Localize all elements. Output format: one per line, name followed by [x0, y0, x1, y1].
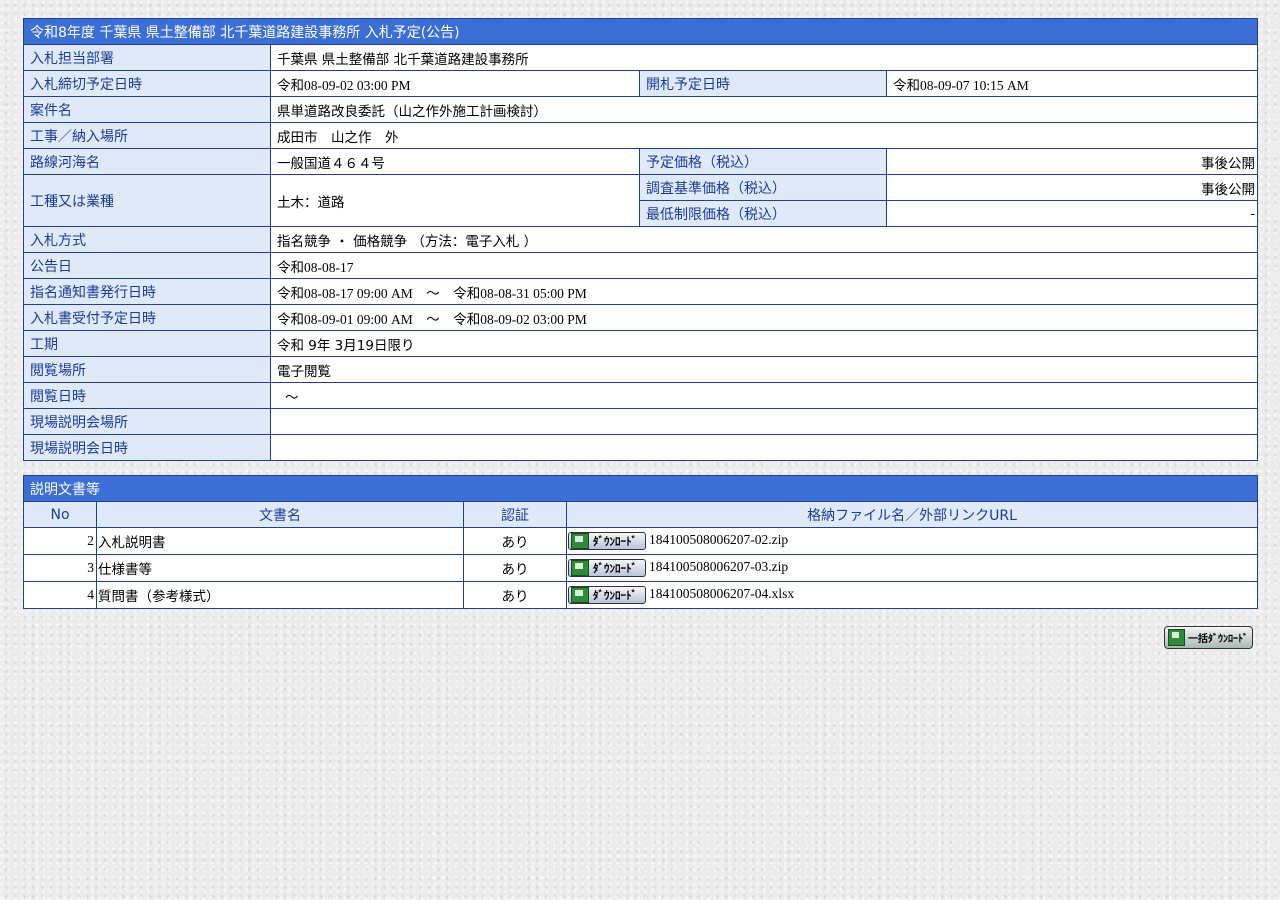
deadline-value: 令和08-09-02 03:00 PM — [270, 70, 640, 97]
table-row: 3 仕様書等 あり ﾀﾞｳﾝﾛｰﾄﾞ 184100508006207-03.zip — [23, 554, 1258, 582]
dept-label: 入札担当部署 — [23, 44, 271, 71]
case-label: 案件名 — [23, 96, 271, 123]
notice-label: 公告日 — [23, 252, 271, 279]
survey-value: 事後公開 — [885, 174, 1259, 201]
receive-label: 入札書受付予定日時 — [23, 304, 271, 331]
doc-no: 4 — [23, 581, 97, 609]
price-label: 予定価格（税込） — [639, 148, 887, 175]
page-title: 令和8年度 千葉県 県土整備部 北千葉道路建設事務所 入札予定(公告) — [22, 18, 1259, 45]
method-value: 指名競争 ・ 価格競争 （方法：電子入札 ） — [269, 226, 1259, 253]
doc-name: 入札説明書 — [96, 527, 464, 555]
type-value: 土木：道路 — [270, 174, 640, 227]
min-value: - — [885, 200, 1259, 227]
route-label: 路線河海名 — [23, 148, 271, 175]
documents-panel: 説明文書等 No 文書名 認証 格納ファイル名／外部リンクURL 2 入札説明書… — [23, 475, 1258, 609]
view-place-label: 閲覧場所 — [23, 356, 271, 383]
doc-auth: あり — [463, 554, 567, 582]
doc-name: 質問書（参考様式） — [96, 581, 464, 609]
file-name: 184100508006207-04.xlsx — [649, 586, 795, 602]
price-value: 事後公開 — [885, 148, 1259, 175]
bulk-download-button[interactable]: 一括ﾀﾞｳﾝﾛｰﾄﾞ — [1164, 626, 1253, 649]
table-row: 4 質問書（参考様式） あり ﾀﾞｳﾝﾛｰﾄﾞ 184100508006207-0… — [23, 581, 1258, 609]
download-button[interactable]: ﾀﾞｳﾝﾛｰﾄﾞ — [568, 532, 646, 550]
bulk-download-label: 一括ﾀﾞｳﾝﾛｰﾄﾞ — [1188, 634, 1248, 645]
col-auth: 認証 — [463, 501, 567, 528]
survey-label: 調査基準価格（税込） — [639, 174, 887, 201]
download-label: ﾀﾞｳﾝﾛｰﾄﾞ — [593, 589, 637, 602]
download-button[interactable]: ﾀﾞｳﾝﾛｰﾄﾞ — [568, 586, 646, 604]
type-label: 工種又は業種 — [23, 174, 271, 227]
col-no: No — [23, 501, 97, 528]
notice-value: 令和08-08-17 — [269, 252, 1259, 279]
floppy-icon — [571, 533, 589, 549]
floppy-icon — [571, 587, 589, 603]
doc-no: 2 — [23, 527, 97, 555]
doc-auth: あり — [463, 581, 567, 609]
doc-file-cell: ﾀﾞｳﾝﾛｰﾄﾞ 184100508006207-02.zip — [566, 527, 1258, 555]
site-place-label: 現場説明会場所 — [23, 408, 271, 435]
site-place-value — [269, 408, 1259, 435]
open-label: 開札予定日時 — [639, 70, 887, 97]
doc-auth: あり — [463, 527, 567, 555]
col-file: 格納ファイル名／外部リンクURL — [566, 501, 1258, 528]
case-value: 県単道路改良委託（山之作外施工計画検討） — [269, 96, 1259, 123]
min-label: 最低制限価格（税込） — [639, 200, 887, 227]
documents-title: 説明文書等 — [23, 475, 1258, 502]
bid-info-table: 令和8年度 千葉県 県土整備部 北千葉道路建設事務所 入札予定(公告) 入札担当… — [22, 18, 1259, 461]
file-name: 184100508006207-03.zip — [649, 559, 789, 575]
period-value: 令和 9年 3月19日限り — [269, 330, 1259, 357]
download-button[interactable]: ﾀﾞｳﾝﾛｰﾄﾞ — [568, 559, 646, 577]
notify-value: 令和08-08-17 09:00 AM ～ 令和08-08-31 05:00 P… — [269, 278, 1259, 305]
download-label: ﾀﾞｳﾝﾛｰﾄﾞ — [593, 562, 637, 575]
floppy-icon — [1168, 629, 1185, 646]
site-date-label: 現場説明会日時 — [23, 434, 271, 461]
floppy-icon — [571, 560, 589, 576]
site-date-value — [269, 434, 1259, 461]
place-value: 成田市 山之作 外 — [269, 122, 1259, 149]
receive-value: 令和08-09-01 09:00 AM ～ 令和08-09-02 03:00 P… — [269, 304, 1259, 331]
view-place-value: 電子閲覧 — [269, 356, 1259, 383]
dept-value: 千葉県 県土整備部 北千葉道路建設事務所 — [269, 44, 1259, 71]
doc-file-cell: ﾀﾞｳﾝﾛｰﾄﾞ 184100508006207-03.zip — [566, 554, 1258, 582]
bid-info-panel: 令和8年度 千葉県 県土整備部 北千葉道路建設事務所 入札予定(公告) 入札担当… — [22, 18, 1259, 461]
deadline-label: 入札締切予定日時 — [23, 70, 271, 97]
method-label: 入札方式 — [23, 226, 271, 253]
view-date-value: ～ — [269, 382, 1259, 409]
table-row: 2 入札説明書 あり ﾀﾞｳﾝﾛｰﾄﾞ 184100508006207-02.zi… — [23, 527, 1258, 555]
file-name: 184100508006207-02.zip — [649, 532, 789, 548]
open-value: 令和08-09-07 10:15 AM — [885, 70, 1259, 97]
period-label: 工期 — [23, 330, 271, 357]
notify-label: 指名通知書発行日時 — [23, 278, 271, 305]
doc-name: 仕様書等 — [96, 554, 464, 582]
documents-table: 説明文書等 No 文書名 認証 格納ファイル名／外部リンクURL 2 入札説明書… — [23, 475, 1258, 609]
doc-no: 3 — [23, 554, 97, 582]
doc-file-cell: ﾀﾞｳﾝﾛｰﾄﾞ 184100508006207-04.xlsx — [566, 581, 1258, 609]
col-name: 文書名 — [96, 501, 464, 528]
download-label: ﾀﾞｳﾝﾛｰﾄﾞ — [593, 535, 637, 548]
place-label: 工事／納入場所 — [23, 122, 271, 149]
route-value: 一般国道４６４号 — [270, 148, 640, 175]
view-date-label: 閲覧日時 — [23, 382, 271, 409]
